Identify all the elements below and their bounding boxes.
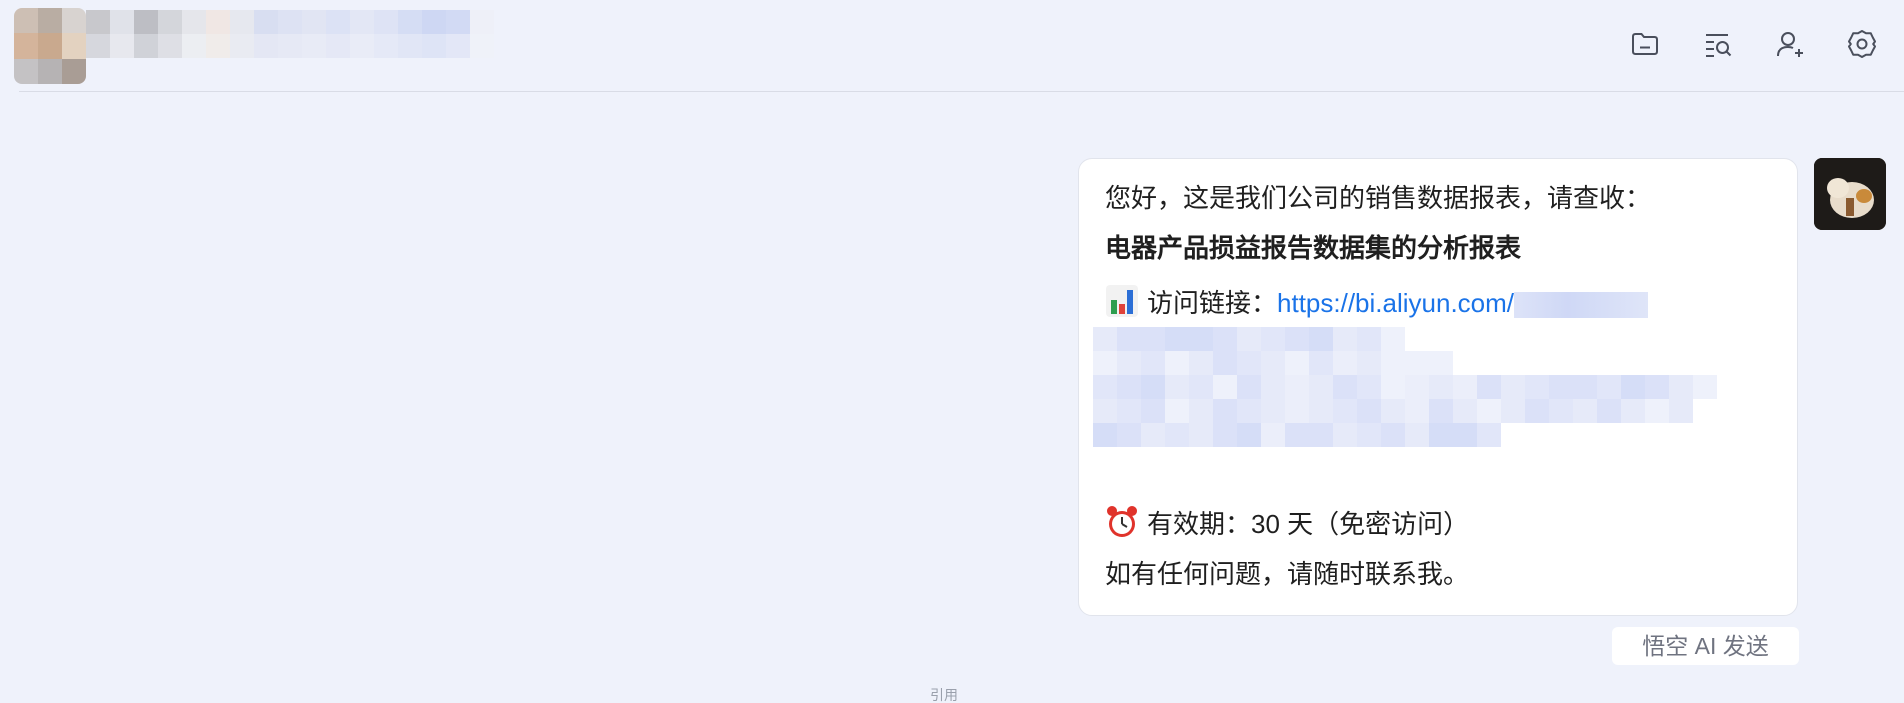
validity-line: 有效期：30 天（免密访问） <box>1105 505 1469 541</box>
access-link-line: 访问链接：https://bi.aliyun.com/ <box>1105 284 1649 320</box>
chat-header <box>0 0 1904 92</box>
bottom-partial-text: 引用 <box>930 687 958 703</box>
user-avatar[interactable] <box>1814 158 1886 230</box>
group-avatar[interactable] <box>14 8 86 84</box>
report-link[interactable]: https://bi.aliyun.com/ <box>1277 288 1514 318</box>
chat-title-redacted <box>86 10 556 82</box>
bar-chart-emoji <box>1106 285 1138 317</box>
validity-text: 有效期：30 天（免密访问） <box>1147 509 1470 539</box>
message-bubble: 您好，这是我们公司的销售数据报表，请查收： 电器产品损益报告数据集的分析报表 访… <box>1078 158 1798 616</box>
report-title: 电器产品损益报告数据集的分析报表 <box>1105 233 1522 263</box>
link-redacted <box>1514 292 1649 318</box>
search-list-icon[interactable] <box>1700 26 1736 62</box>
alarm-clock-emoji <box>1107 506 1137 537</box>
folder-icon[interactable] <box>1627 26 1663 62</box>
add-member-icon[interactable] <box>1772 26 1808 62</box>
message-greeting: 您好，这是我们公司的销售数据报表，请查收： <box>1105 183 1652 213</box>
sender-tag: 悟空 AI 发送 <box>1612 627 1799 665</box>
message-closing: 如有任何问题，请随时联系我。 <box>1105 559 1470 589</box>
link-label: 访问链接： <box>1147 288 1278 318</box>
url-redacted-block <box>1093 327 1717 479</box>
header-divider <box>19 91 1904 92</box>
settings-icon[interactable] <box>1844 26 1880 62</box>
